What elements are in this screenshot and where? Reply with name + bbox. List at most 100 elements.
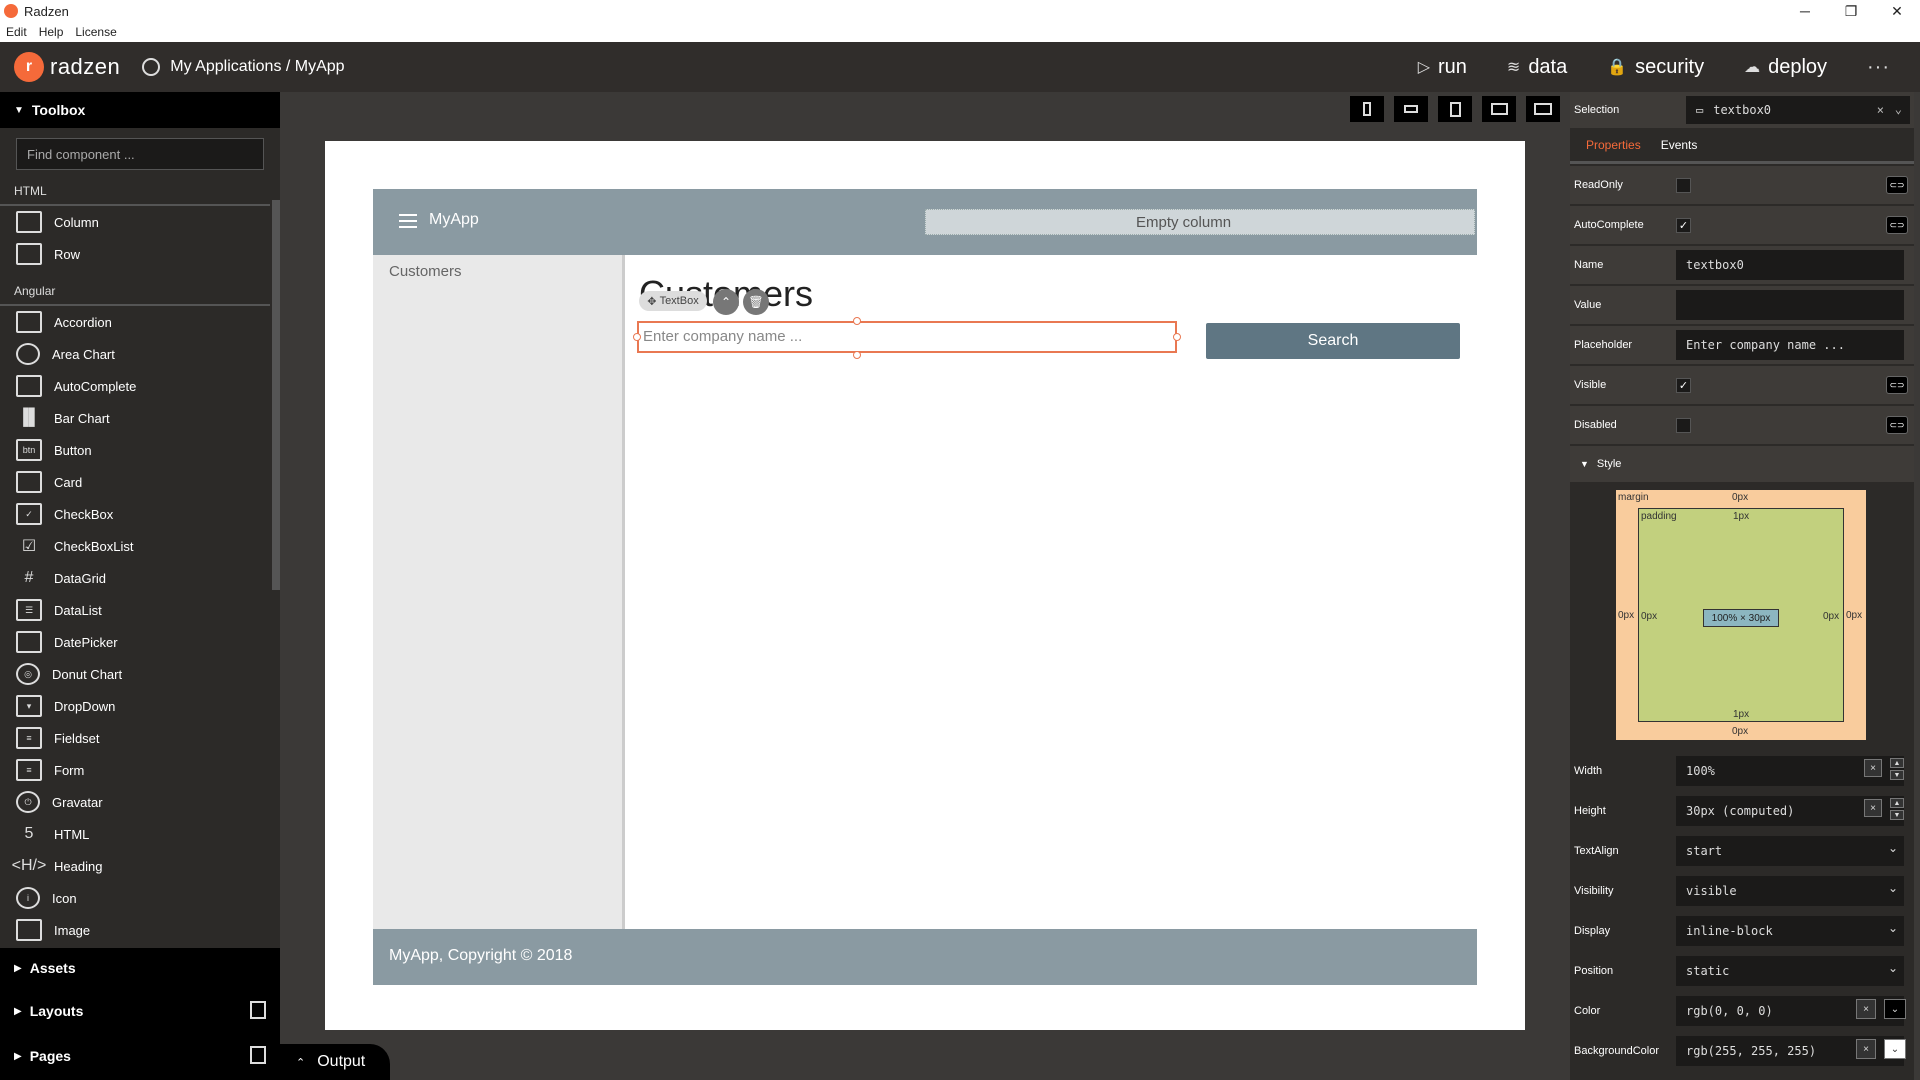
menu-edit[interactable]: Edit (6, 25, 27, 39)
backgroundcolor-swatch[interactable]: ⌄ (1884, 1039, 1906, 1059)
hamburger-icon[interactable] (399, 214, 417, 228)
menu-license[interactable]: License (75, 25, 116, 39)
security-button[interactable]: 🔒 security (1607, 56, 1704, 79)
desktop-button[interactable] (1526, 96, 1560, 122)
bind-icon[interactable]: ⊂⊃ (1886, 376, 1908, 394)
toolbox-item-html[interactable]: 5 HTML (0, 818, 280, 850)
placeholder-input[interactable]: Enter company name ... (1676, 330, 1904, 360)
toolbox-item-datepicker[interactable]: DatePicker (0, 626, 280, 658)
toolbox-item-checkboxlist[interactable]: ☑ CheckBoxList (0, 530, 280, 562)
toolbox-item-button[interactable]: btn Button (0, 434, 280, 466)
clear-width-icon[interactable]: × (1864, 759, 1882, 777)
style-section-header[interactable]: ▼ Style (1570, 446, 1914, 482)
data-button[interactable]: ≋ data (1507, 56, 1567, 79)
increment-icon[interactable]: ▲ (1890, 758, 1904, 768)
decrement-icon[interactable]: ▼ (1890, 810, 1904, 820)
resize-handle-right[interactable] (1173, 333, 1181, 341)
increment-icon[interactable]: ▲ (1890, 798, 1904, 808)
run-button[interactable]: ▷ run (1418, 56, 1467, 79)
company-name-textbox[interactable]: Enter company name ... (637, 321, 1177, 353)
output-panel-toggle[interactable]: ⌃ Output (280, 1044, 390, 1080)
find-component-input[interactable]: Find component ... (16, 138, 264, 170)
toolbox-item-column[interactable]: Column (0, 206, 280, 238)
display-select[interactable]: inline-block (1676, 916, 1904, 946)
decrement-icon[interactable]: ▼ (1890, 770, 1904, 780)
margin-bottom-value[interactable]: 0px (1732, 726, 1748, 737)
toolbox-item-gravatar[interactable]: ⏻ Gravatar (0, 786, 280, 818)
toolbox-item-bar-chart[interactable]: ▐▌ Bar Chart (0, 402, 280, 434)
color-swatch[interactable]: ⌄ (1884, 999, 1906, 1019)
select-parent-button[interactable]: ⌃ (713, 289, 739, 315)
name-input[interactable]: textbox0 (1676, 250, 1904, 280)
resize-handle-left[interactable] (633, 333, 641, 341)
phone-landscape-button[interactable] (1394, 96, 1428, 122)
toolbox-item-card[interactable]: Card (0, 466, 280, 498)
pages-section[interactable]: ▶ Pages (0, 1036, 280, 1076)
bind-icon[interactable]: ⊂⊃ (1886, 176, 1908, 194)
toolbox-item-datalist[interactable]: ☰ DataList (0, 594, 280, 626)
padding-left-value[interactable]: 0px (1641, 611, 1657, 622)
toolbox-item-autocomplete[interactable]: AutoComplete (0, 370, 280, 402)
toolbox-item-row[interactable]: Row (0, 238, 280, 270)
toolbox-scrollbar[interactable] (272, 200, 280, 590)
toolbox-item-area-chart[interactable]: Area Chart (0, 338, 280, 370)
breadcrumb[interactable]: My Applications / MyApp (142, 58, 345, 76)
readonly-checkbox[interactable] (1676, 177, 1691, 193)
margin-right-value[interactable]: 0px (1846, 610, 1862, 621)
brand-logo[interactable]: r radzen (14, 52, 120, 82)
deploy-button[interactable]: ☁ deploy (1744, 56, 1827, 79)
autocomplete-checkbox[interactable]: ✓ (1676, 217, 1691, 233)
visibility-select[interactable]: visible (1676, 876, 1904, 906)
toolbox-item-dropdown[interactable]: ▾ DropDown (0, 690, 280, 722)
toolbox-item-datagrid[interactable]: # DataGrid (0, 562, 280, 594)
clear-color-icon[interactable]: × (1856, 999, 1876, 1019)
toolbox-item-fieldset[interactable]: ≡ Fieldset (0, 722, 280, 754)
toolbox-item-accordion[interactable]: Accordion (0, 306, 280, 338)
search-button[interactable]: Search (1206, 323, 1460, 359)
phone-portrait-button[interactable] (1350, 96, 1384, 122)
tablet-landscape-button[interactable] (1482, 96, 1516, 122)
clear-selection-icon[interactable]: × (1877, 103, 1884, 117)
toolbox-item-donut-chart[interactable]: ◎ Donut Chart (0, 658, 280, 690)
tab-properties[interactable]: Properties (1586, 138, 1641, 152)
margin-top-value[interactable]: 0px (1732, 492, 1748, 503)
padding-bottom-value[interactable]: 1px (1733, 709, 1749, 720)
clear-backgroundcolor-icon[interactable]: × (1856, 1039, 1876, 1059)
resize-handle-top[interactable] (853, 317, 861, 325)
more-options-icon[interactable]: ··· (1867, 56, 1890, 79)
clear-height-icon[interactable]: × (1864, 799, 1882, 817)
design-canvas[interactable]: MyApp Empty column Customers Customers ✥… (325, 141, 1525, 1030)
visible-checkbox[interactable]: ✓ (1676, 377, 1691, 393)
empty-column-placeholder[interactable]: Empty column (925, 209, 1475, 235)
toolbox-header[interactable]: ▼ Toolbox (0, 92, 280, 128)
padding-top-value[interactable]: 1px (1733, 511, 1749, 522)
position-select[interactable]: static (1676, 956, 1904, 986)
add-page-icon[interactable] (250, 1046, 266, 1064)
menu-help[interactable]: Help (39, 25, 64, 39)
resize-handle-bottom[interactable] (853, 351, 861, 359)
toolbox-item-heading[interactable]: <H/> Heading (0, 850, 280, 882)
add-layout-icon[interactable] (250, 1001, 266, 1019)
preview-content[interactable]: Customers ✥ TextBox ⌃ 🗑 Enter company na… (625, 255, 1477, 929)
bind-icon[interactable]: ⊂⊃ (1886, 216, 1908, 234)
close-window-button[interactable]: ✕ (1874, 0, 1920, 22)
tab-events[interactable]: Events (1661, 138, 1698, 152)
tablet-portrait-button[interactable] (1438, 96, 1472, 122)
toolbox-item-image[interactable]: Image (0, 914, 280, 946)
preview-sidebar[interactable]: Customers (373, 255, 625, 929)
sidebar-link-customers[interactable]: Customers (389, 263, 462, 280)
minimize-button[interactable]: ─ (1782, 0, 1828, 22)
preview-header[interactable]: MyApp Empty column (373, 189, 1477, 255)
disabled-checkbox[interactable] (1676, 417, 1691, 433)
toolbox-item-icon[interactable]: i Icon (0, 882, 280, 914)
selection-dropdown[interactable]: ▭ textbox0 × ⌄ (1686, 96, 1910, 124)
assets-section[interactable]: ▶ Assets (0, 948, 280, 988)
padding-right-value[interactable]: 0px (1823, 611, 1839, 622)
toolbox-item-checkbox[interactable]: ✓ CheckBox (0, 498, 280, 530)
component-move-handle[interactable]: ✥ TextBox (639, 291, 707, 311)
textalign-select[interactable]: start (1676, 836, 1904, 866)
toolbox-item-form[interactable]: ≡ Form (0, 754, 280, 786)
value-input[interactable] (1676, 290, 1904, 320)
margin-left-value[interactable]: 0px (1618, 610, 1634, 621)
bind-icon[interactable]: ⊂⊃ (1886, 416, 1908, 434)
